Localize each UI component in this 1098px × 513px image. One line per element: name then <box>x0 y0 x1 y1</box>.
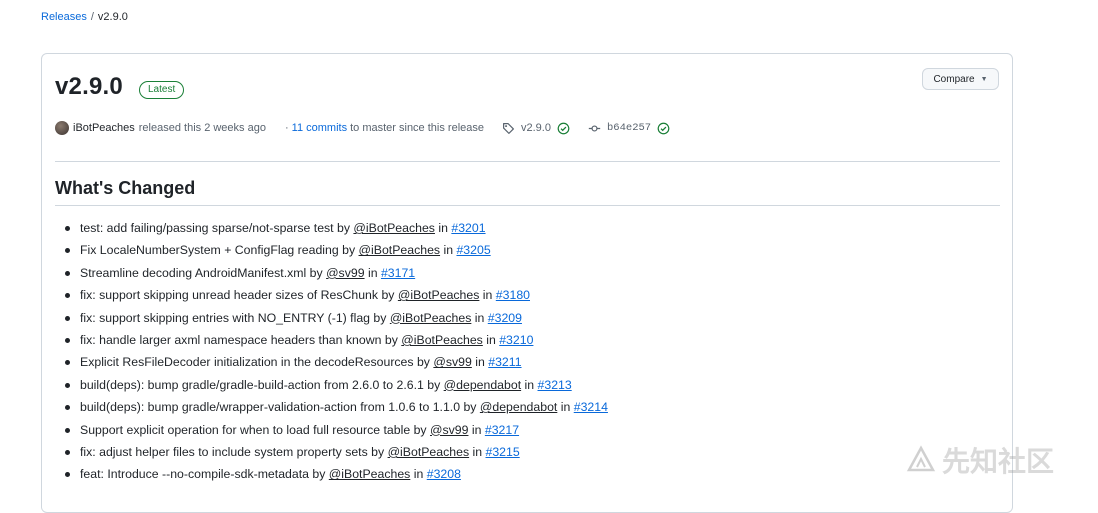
commit-block: b64e257 <box>588 120 670 136</box>
breadcrumb: Releases / v2.9.0 <box>41 11 128 23</box>
check-circle-icon[interactable] <box>557 122 570 135</box>
list-item: build(deps): bump gradle/gradle-build-ac… <box>55 377 608 399</box>
list-item: fix: support skipping entries with NO_EN… <box>55 310 608 332</box>
release-meta: iBotPeaches released this 2 weeks ago · … <box>55 120 995 136</box>
pull-request-link[interactable]: #3209 <box>488 311 522 325</box>
change-text: Fix LocaleNumberSystem + ConfigFlag read… <box>80 243 359 258</box>
commits-suffix: to master since this release <box>350 122 484 134</box>
author-block: iBotPeaches released this 2 weeks ago <box>55 120 266 136</box>
tag-link[interactable]: v2.9.0 <box>521 122 551 134</box>
list-item: Explicit ResFileDecoder initialization i… <box>55 354 608 376</box>
change-text: Support explicit operation for when to l… <box>80 422 430 437</box>
author-mention-link[interactable]: @iBotPeaches <box>398 288 480 302</box>
divider <box>55 161 1000 162</box>
in-text: in <box>440 243 457 258</box>
breadcrumb-releases-link[interactable]: Releases <box>41 11 87 23</box>
list-item: Streamline decoding AndroidManifest.xml … <box>55 265 608 287</box>
triangle-down-icon: ▼ <box>980 75 988 83</box>
pull-request-link[interactable]: #3211 <box>488 355 521 369</box>
in-text: in <box>364 265 381 280</box>
change-text: fix: support skipping unread header size… <box>80 288 398 303</box>
in-text: in <box>468 422 485 437</box>
change-text: feat: Introduce --no-compile-sdk-metadat… <box>80 467 329 482</box>
author-mention-link[interactable]: @iBotPeaches <box>390 311 472 325</box>
in-text: in <box>434 221 452 235</box>
compare-button[interactable]: Compare ▼ <box>922 68 999 90</box>
pull-request-link[interactable]: #3217 <box>485 423 519 437</box>
list-item: Support explicit operation for when to l… <box>55 422 608 444</box>
list-item: Fix LocaleNumberSystem + ConfigFlag read… <box>55 242 608 264</box>
tag-icon <box>503 122 514 134</box>
commit-sha-link[interactable]: b64e257 <box>607 122 651 134</box>
change-text: Streamline decoding AndroidManifest.xml … <box>80 265 327 280</box>
tag-block: v2.9.0 <box>502 120 570 136</box>
author-mention-link[interactable]: @sv99 <box>433 355 471 369</box>
change-text: build(deps): bump gradle/gradle-build-ac… <box>80 377 444 392</box>
git-commit-icon <box>588 124 601 132</box>
in-text: in <box>557 400 574 415</box>
avatar[interactable] <box>55 121 69 135</box>
in-text: in <box>410 467 427 482</box>
compare-label: Compare <box>933 73 975 85</box>
in-text: in <box>521 377 538 392</box>
divider <box>55 205 1000 206</box>
change-text: fix: support skipping entries with NO_EN… <box>80 310 390 325</box>
pull-request-link[interactable]: #3205 <box>456 243 490 257</box>
latest-badge: Latest <box>139 81 185 99</box>
change-text: fix: handle larger axml namespace header… <box>80 332 402 347</box>
pull-request-link[interactable]: #3171 <box>381 266 415 280</box>
author-mention-link[interactable]: @iBotPeaches <box>359 243 441 257</box>
pull-request-link[interactable]: #3180 <box>496 288 530 302</box>
breadcrumb-separator: / <box>90 11 94 23</box>
in-text: in <box>469 444 486 459</box>
author-mention-link[interactable]: @iBotPeaches <box>401 333 483 347</box>
list-item: feat: Introduce --no-compile-sdk-metadat… <box>55 466 608 488</box>
released-text: released this 2 weeks ago <box>138 122 266 134</box>
list-item: test: add failing/passing sparse/not-spa… <box>55 220 608 242</box>
change-text: test: add failing/passing sparse/not-spa… <box>80 221 354 235</box>
pull-request-link[interactable]: #3213 <box>538 378 572 392</box>
change-text: fix: adjust helper files to include syst… <box>80 444 388 459</box>
in-text: in <box>471 310 488 325</box>
list-item: build(deps): bump gradle/wrapper-validat… <box>55 399 608 421</box>
author-mention-link[interactable]: @dependabot <box>480 400 557 414</box>
commits-block: · 11 commits to master since this releas… <box>285 122 484 134</box>
pull-request-link[interactable]: #3214 <box>574 400 608 414</box>
list-item: fix: support skipping unread header size… <box>55 287 608 309</box>
author-mention-link[interactable]: @iBotPeaches <box>329 467 411 481</box>
breadcrumb-current: v2.9.0 <box>97 11 128 23</box>
author-mention-link[interactable]: @sv99 <box>430 423 468 437</box>
author-mention-link[interactable]: @iBotPeaches <box>388 445 470 459</box>
list-item: fix: handle larger axml namespace header… <box>55 332 608 354</box>
commits-link[interactable]: 11 commits <box>292 122 347 134</box>
release-card: v2.9.0 Latest Compare ▼ iBotPeaches rele… <box>41 53 1013 513</box>
in-text: in <box>482 332 500 347</box>
pull-request-link[interactable]: #3210 <box>499 333 533 347</box>
change-text: Explicit ResFileDecoder initialization i… <box>80 355 434 370</box>
change-text: build(deps): bump gradle/wrapper-validat… <box>80 400 480 415</box>
check-circle-icon[interactable] <box>657 122 670 135</box>
pull-request-link[interactable]: #3208 <box>427 467 461 481</box>
pull-request-link[interactable]: #3215 <box>486 445 520 459</box>
release-title[interactable]: v2.9.0 <box>55 73 123 101</box>
in-text: in <box>479 288 496 303</box>
list-item: fix: adjust helper files to include syst… <box>55 444 608 466</box>
in-text: in <box>471 355 489 370</box>
author-mention-link[interactable]: @dependabot <box>444 378 521 392</box>
author-mention-link[interactable]: @sv99 <box>326 266 364 280</box>
changes-list: test: add failing/passing sparse/not-spa… <box>55 220 608 489</box>
pull-request-link[interactable]: #3201 <box>451 221 485 235</box>
author-mention-link[interactable]: @iBotPeaches <box>353 221 435 235</box>
section-title: What's Changed <box>55 178 196 198</box>
author-link[interactable]: iBotPeaches <box>73 122 135 134</box>
